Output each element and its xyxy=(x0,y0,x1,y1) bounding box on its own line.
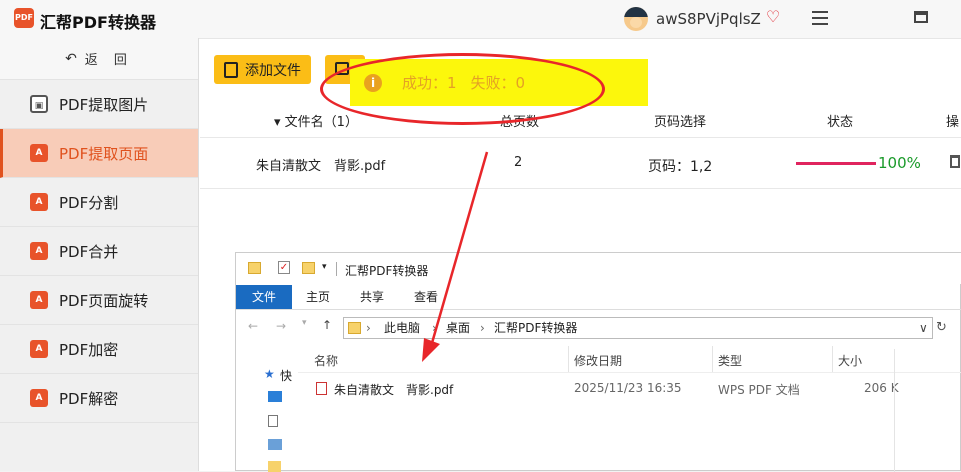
annotation-arrow xyxy=(422,151,489,362)
arrow-line xyxy=(430,151,489,344)
arrow-head xyxy=(422,338,440,362)
